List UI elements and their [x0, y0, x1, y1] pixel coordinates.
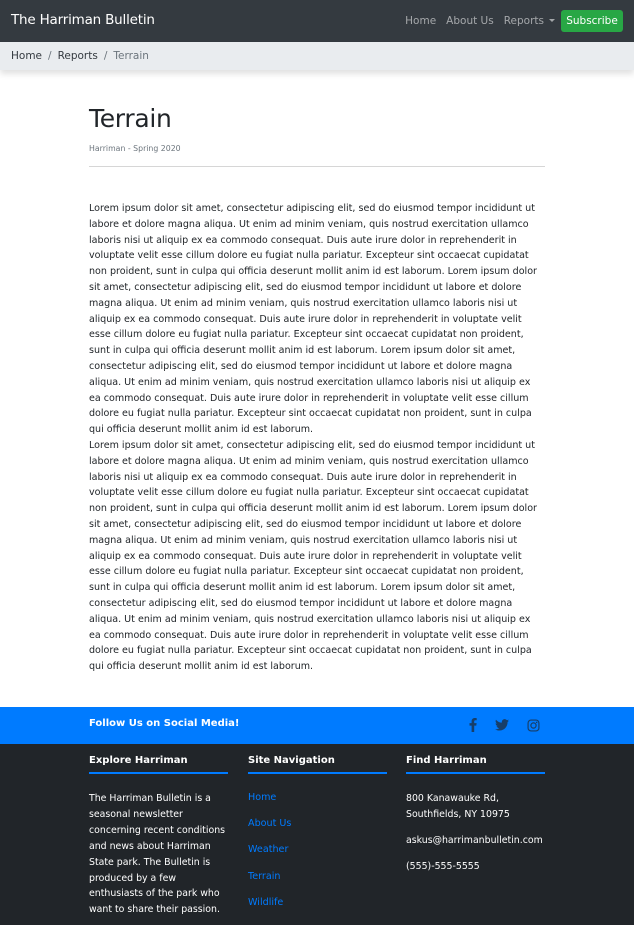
nav-link-home[interactable]: Home	[405, 15, 436, 27]
article-paragraph: Lorem ipsum dolor sit amet, consectetur …	[89, 440, 537, 673]
breadcrumb-item-reports[interactable]: Reports	[58, 50, 98, 62]
breadcrumb-separator: /	[103, 50, 108, 62]
instagram-icon[interactable]	[526, 717, 540, 733]
top-navbar: The Harriman Bulletin Home About Us Repo…	[0, 0, 634, 42]
nav-link-about-us[interactable]: About Us	[446, 15, 494, 27]
footer-heading-underline	[248, 772, 387, 774]
footer-link-about-us[interactable]: About Us	[248, 818, 291, 829]
breadcrumb-item-home[interactable]: Home	[11, 50, 42, 62]
footer-address-line2: Southfields, NY 10975	[406, 809, 510, 820]
twitter-icon[interactable]	[495, 717, 509, 733]
nav-links: Home About Us Reports	[395, 15, 555, 27]
footer-heading-find: Find Harriman	[406, 755, 487, 766]
navbar-brand[interactable]: The Harriman Bulletin	[11, 12, 155, 28]
footer-email: askus@harrimanbulletin.com	[406, 835, 543, 846]
footer-link-home[interactable]: Home	[248, 792, 276, 803]
social-bar: Follow Us on Social Media!	[0, 707, 634, 744]
caret-down-icon	[549, 19, 555, 22]
footer-phone: (555)-555-5555	[406, 861, 480, 872]
footer-heading-underline	[406, 772, 545, 774]
footer-link-wildlife[interactable]: Wildlife	[248, 897, 283, 908]
footer-heading-site-navigation: Site Navigation	[248, 755, 335, 766]
footer-heading-explore: Explore Harriman	[89, 755, 188, 766]
title-divider	[89, 166, 545, 167]
nav-dropdown-reports[interactable]: Reports	[504, 15, 555, 27]
subscribe-button[interactable]: Subscribe	[561, 10, 623, 32]
footer-address-line1: 800 Kanawauke Rd,	[406, 793, 499, 804]
social-title: Follow Us on Social Media!	[89, 718, 240, 729]
footer-about-text: The Harriman Bulletin is a seasonal news…	[89, 793, 226, 916]
article-paragraph: Lorem ipsum dolor sit amet, consectetur …	[89, 203, 537, 436]
facebook-icon[interactable]	[466, 717, 480, 733]
page-subtitle: Harriman - Spring 2020	[89, 144, 181, 153]
nav-dropdown-reports-label: Reports	[503, 15, 544, 27]
breadcrumb-separator: /	[48, 50, 52, 62]
page-title: Terrain	[89, 104, 172, 133]
breadcrumb: Home / Reports / Terrain	[0, 42, 634, 70]
footer-link-weather[interactable]: Weather	[248, 844, 288, 855]
breadcrumb-item-active: Terrain	[113, 50, 149, 62]
footer-link-terrain[interactable]: Terrain	[248, 871, 280, 882]
footer: Explore Harriman The Harriman Bulletin i…	[0, 744, 634, 925]
footer-heading-underline	[89, 772, 228, 774]
